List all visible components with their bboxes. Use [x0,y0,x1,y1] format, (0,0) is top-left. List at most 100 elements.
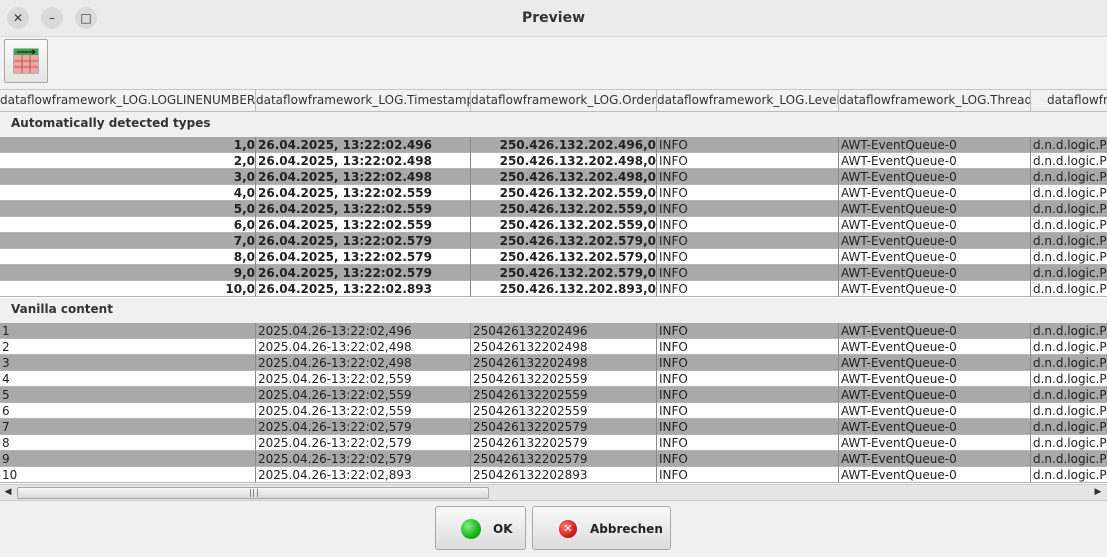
cell-timestamp: 26.04.2025, 13:22:02.579 [256,233,471,249]
table-row[interactable]: 7 2025.04.26-13:22:02,579 250426132202579 I… [0,419,1107,435]
cell-loglinenumber: 3 [0,355,256,371]
table-row[interactable]: 10,0 26.04.2025, 13:22:02.893 250.426.132.… [0,281,1107,297]
cell-level: INFO [657,355,839,371]
cell-order: 250.426.132.202.559,0 [471,185,657,201]
cell-loglinenumber: 7 [0,419,256,435]
column-header-loglinenumber[interactable]: dataflowframework_LOG.LOGLINENUMBER [0,90,256,111]
cell-truncated: d.n.d.logic.Pr [1031,170,1107,185]
cell-order: 250426132202498 [471,339,657,355]
table-row[interactable]: 3 2025.04.26-13:22:02,498 250426132202498 I… [0,355,1107,371]
cell-truncated: d.n.d.logic.Pr [1031,282,1107,297]
cell-order: 250426132202579 [471,435,657,451]
table-row[interactable]: 2,0 26.04.2025, 13:22:02.498 250.426.132.2… [0,153,1107,169]
cell-thread: AWT-EventQueue-0 [839,435,1031,451]
table-row[interactable]: 8 2025.04.26-13:22:02,579 250426132202579 I… [0,435,1107,451]
cell-truncated: d.n.d.logic.Pr [1031,266,1107,281]
ok-button[interactable]: OK [435,506,526,550]
cell-thread: AWT-EventQueue-0 [839,185,1031,201]
table-row[interactable]: 1 2025.04.26-13:22:02,496 250426132202496 I… [0,323,1107,339]
scroll-left-arrow-icon[interactable]: ◀ [1,485,15,500]
cell-truncated: d.n.d.logic.Pr [1031,388,1107,403]
cell-thread: AWT-EventQueue-0 [839,153,1031,169]
cell-truncated: d.n.d.logic.Pr [1031,404,1107,419]
cell-level: INFO [657,387,839,403]
column-header-order[interactable]: dataflowframework_LOG.Order [471,90,657,111]
cancel-icon: ✕ [559,520,577,538]
cell-order: 250426132202496 [471,323,657,339]
cell-timestamp: 2025.04.26-13:22:02,893 [256,467,471,483]
cell-timestamp: 2025.04.26-13:22:02,579 [256,419,471,435]
column-header-truncated[interactable]: dataflowfr [1031,90,1107,111]
cell-loglinenumber: 2,0 [0,153,256,169]
column-header-timestamp[interactable]: dataflowframework_LOG.Timestamp [256,90,471,111]
table-row[interactable]: 3,0 26.04.2025, 13:22:02.498 250.426.132.2… [0,169,1107,185]
cell-thread: AWT-EventQueue-0 [839,169,1031,185]
cell-level: INFO [657,435,839,451]
cell-thread: AWT-EventQueue-0 [839,371,1031,387]
cell-loglinenumber: 5,0 [0,201,256,217]
cell-loglinenumber: 4 [0,371,256,387]
cell-order: 250.426.132.202.559,0 [471,217,657,233]
cell-loglinenumber: 8,0 [0,249,256,265]
cell-level: INFO [657,403,839,419]
cell-timestamp: 2025.04.26-13:22:02,559 [256,371,471,387]
column-header-level[interactable]: dataflowframework_LOG.Level [657,90,839,111]
cell-level: INFO [657,419,839,435]
cell-level: INFO [657,249,839,265]
table-row[interactable]: 4 2025.04.26-13:22:02,559 250426132202559 I… [0,371,1107,387]
table-row[interactable]: 7,0 26.04.2025, 13:22:02.579 250.426.132.2… [0,233,1107,249]
cell-loglinenumber: 1,0 [0,137,256,153]
table-row[interactable]: 6,0 26.04.2025, 13:22:02.559 250.426.132.2… [0,217,1107,233]
column-header-thread[interactable]: dataflowframework_LOG.Thread [839,90,1031,111]
cancel-button[interactable]: ✕ Abbrechen [532,506,671,550]
cell-loglinenumber: 2 [0,339,256,355]
cell-level: INFO [657,217,839,233]
cell-order: 250.426.132.202.579,0 [471,249,657,265]
table-row[interactable]: 9,0 26.04.2025, 13:22:02.579 250.426.132.2… [0,265,1107,281]
ok-icon [461,519,481,539]
cell-timestamp: 26.04.2025, 13:22:02.496 [256,137,471,153]
table-row[interactable]: 5,0 26.04.2025, 13:22:02.559 250.426.132.2… [0,201,1107,217]
table-row[interactable]: 10 2025.04.26-13:22:02,893 250426132202893… [0,467,1107,483]
cell-order: 250.426.132.202.496,0 [471,137,657,153]
table-row[interactable]: 9 2025.04.26-13:22:02,579 250426132202579 I… [0,451,1107,467]
cell-order: 250.426.132.202.893,0 [471,281,657,297]
horizontal-scrollbar[interactable]: ◀ ▶ [0,484,1107,501]
cell-order: 250426132202893 [471,467,657,483]
table-view-button[interactable] [4,39,48,83]
cell-order: 250.426.132.202.559,0 [471,201,657,217]
table-row[interactable]: 1,0 26.04.2025, 13:22:02.496 250.426.132.2… [0,137,1107,153]
cell-level: INFO [657,137,839,153]
table-row[interactable]: 4,0 26.04.2025, 13:22:02.559 250.426.132.2… [0,185,1107,201]
scrollbar-thumb[interactable] [17,487,489,499]
cell-truncated: d.n.d.logic.Pr [1031,468,1107,483]
cell-loglinenumber: 7,0 [0,233,256,249]
table-row[interactable]: 8,0 26.04.2025, 13:22:02.579 250.426.132.2… [0,249,1107,265]
window-title: Preview [521,10,585,26]
cell-thread: AWT-EventQueue-0 [839,233,1031,249]
cell-level: INFO [657,201,839,217]
table-row[interactable]: 2 2025.04.26-13:22:02,498 250426132202498 I… [0,339,1107,355]
cell-level: INFO [657,265,839,281]
table-row[interactable]: 5 2025.04.26-13:22:02,559 250426132202559 I… [0,387,1107,403]
cell-thread: AWT-EventQueue-0 [839,281,1031,297]
table-row[interactable]: 6 2025.04.26-13:22:02,559 250426132202559 I… [0,403,1107,419]
cell-loglinenumber: 9 [0,451,256,467]
cell-order: 250426132202498 [471,355,657,371]
cell-loglinenumber: 10,0 [0,281,256,297]
preview-table[interactable]: dataflowframework_LOG.LOGLINENUMBER data… [0,89,1107,485]
cell-thread: AWT-EventQueue-0 [839,249,1031,265]
cell-truncated: d.n.d.logic.Pr [1031,234,1107,249]
cell-loglinenumber: 5 [0,387,256,403]
cell-loglinenumber: 1 [0,323,256,339]
section-header: Automatically detected types [0,112,1107,138]
cell-thread: AWT-EventQueue-0 [839,467,1031,483]
cell-timestamp: 2025.04.26-13:22:02,496 [256,323,471,339]
cell-order: 250.426.132.202.579,0 [471,233,657,249]
toolbar [0,37,1107,87]
cell-timestamp: 26.04.2025, 13:22:02.559 [256,217,471,233]
cell-thread: AWT-EventQueue-0 [839,451,1031,467]
cell-loglinenumber: 10 [0,467,256,483]
scroll-right-arrow-icon[interactable]: ▶ [1091,485,1105,500]
cell-level: INFO [657,281,839,297]
